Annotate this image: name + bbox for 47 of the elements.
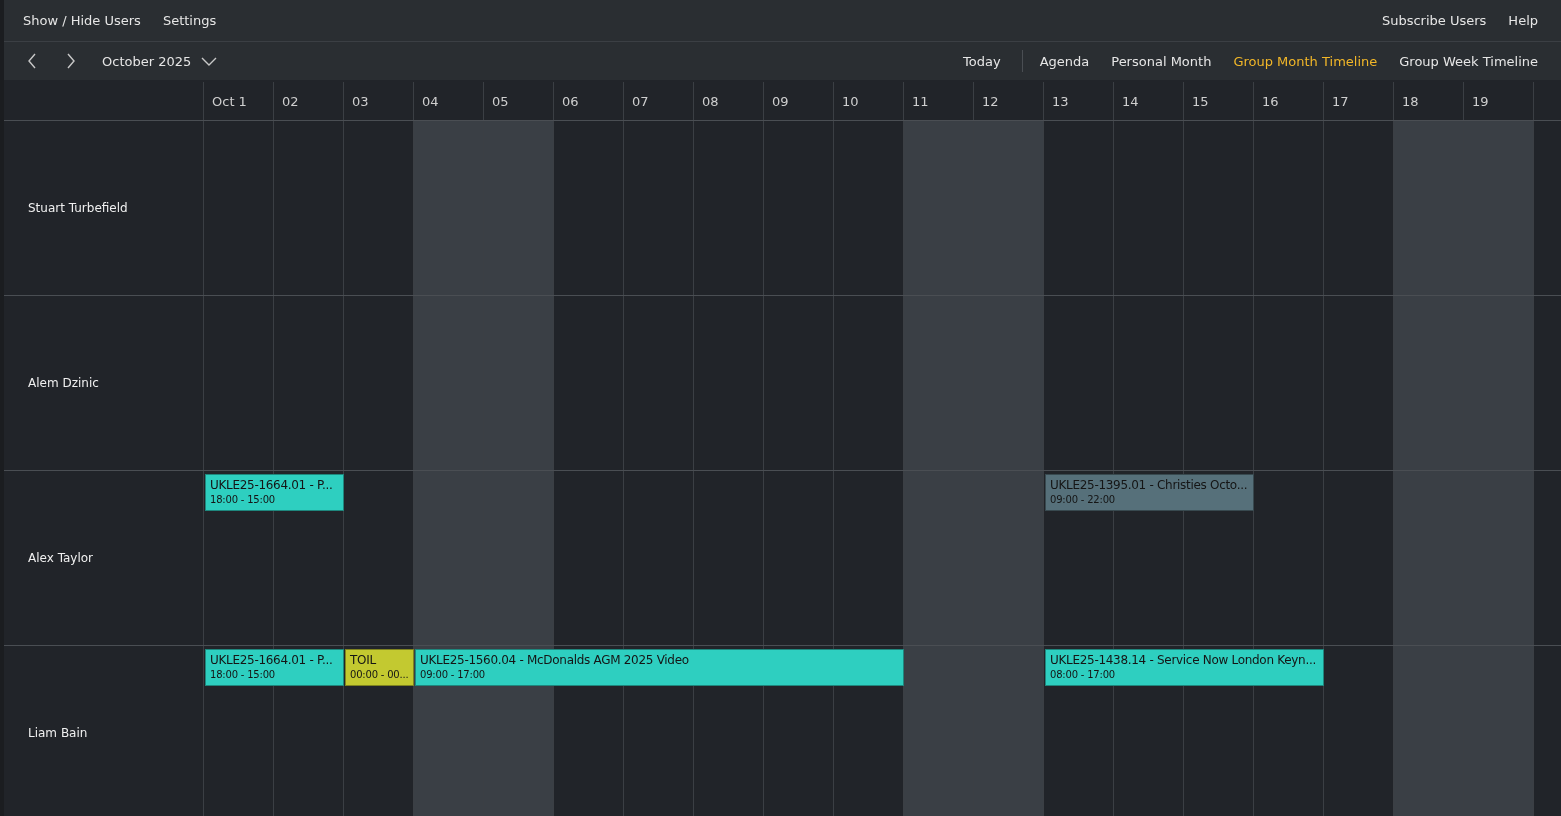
event-title: TOIL — [350, 653, 377, 667]
day-header: 15 — [1184, 82, 1254, 120]
day-header: 10 — [834, 82, 904, 120]
event-time: 00:00 - 00... — [350, 669, 409, 680]
today-button[interactable]: Today — [952, 49, 1012, 73]
day-header: Oct 1 — [204, 82, 274, 120]
event-title: UKLE25-1560.04 - McDonalds AGM 2025 Video — [420, 653, 690, 667]
menu-button[interactable]: Settings — [151, 9, 228, 32]
event-title: UKLE25-1438.14 - Service Now London Keyn... — [1050, 653, 1317, 667]
day-header: 12 — [974, 82, 1044, 120]
event-time: 18:00 - 15:00 — [210, 669, 276, 680]
day-header: 04 — [414, 82, 484, 120]
day-header: 14 — [1114, 82, 1184, 120]
month-picker[interactable]: October 2025 — [96, 49, 224, 73]
event-block[interactable]: UKLE25-1438.14 - Service Now London Keyn... 08:00 - 17:00 — [1045, 649, 1324, 686]
event-block[interactable]: UKLE25-1664.01 - P... 18:00 - 15:00 — [205, 474, 344, 511]
day-header: 06 — [554, 82, 624, 120]
day-header: 03 — [344, 82, 414, 120]
day-header: 16 — [1254, 82, 1324, 120]
event-time: 09:00 - 17:00 — [420, 669, 486, 680]
menu-button[interactable]: Show / Hide Users — [12, 9, 152, 32]
day-header: 09 — [764, 82, 834, 120]
view-tab[interactable]: Group Month Timeline — [1222, 49, 1389, 73]
event-title: UKLE25-1395.01 - Christies Octo... — [1050, 478, 1249, 492]
day-header: 13 — [1044, 82, 1114, 120]
event-time: 08:00 - 17:00 — [1050, 669, 1116, 680]
day-header: 19 — [1464, 82, 1534, 120]
event-block[interactable]: TOIL 00:00 - 00... — [345, 649, 414, 686]
event-time: 18:00 - 15:00 — [210, 494, 276, 505]
day-header: 11 — [904, 82, 974, 120]
day-header: 18 — [1394, 82, 1464, 120]
menu-button[interactable]: Help — [1497, 9, 1549, 32]
event-title: UKLE25-1664.01 - P... — [210, 478, 334, 492]
caret-icon — [201, 56, 218, 66]
view-tab[interactable]: Group Week Timeline — [1388, 49, 1549, 73]
day-header: 07 — [624, 82, 694, 120]
event-block[interactable]: UKLE25-1560.04 - McDonalds AGM 2025 Video 09:00 - 17:00 — [415, 649, 904, 686]
event-time: 09:00 - 22:00 — [1050, 494, 1116, 505]
day-header: 02 — [274, 82, 344, 120]
view-tab[interactable]: Personal Month — [1100, 49, 1223, 73]
menu-button[interactable]: Subscribe Users — [1370, 9, 1498, 32]
day-header: 17 — [1324, 82, 1394, 120]
view-tab[interactable]: Agenda — [1028, 49, 1101, 73]
event-title: UKLE25-1664.01 - P... — [210, 653, 334, 667]
day-header: 05 — [484, 82, 554, 120]
day-header: 08 — [694, 82, 764, 120]
event-block[interactable]: UKLE25-1664.01 - P... 18:00 - 15:00 — [205, 649, 344, 686]
